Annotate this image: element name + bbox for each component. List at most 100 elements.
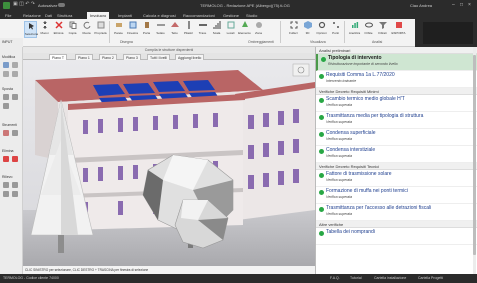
delete-tool-icon[interactable] xyxy=(3,156,9,162)
3d-viewport[interactable] xyxy=(23,60,315,266)
door-icon xyxy=(145,22,149,28)
check-item[interactable]: Fattore di trasmissione solare Verifica … xyxy=(316,170,477,187)
scrollbar-thumb[interactable] xyxy=(473,55,476,255)
move-button[interactable]: Muovi xyxy=(38,21,51,38)
group-header: Analisi preliminari xyxy=(316,47,477,54)
user-name[interactable]: Ciao Andrea xyxy=(410,3,432,8)
group-header: Verifiche Decreto Requisiti Minimi xyxy=(316,88,477,95)
copy-button[interactable]: Copia xyxy=(66,21,79,38)
analyze-button[interactable]: Anelizza xyxy=(348,21,361,38)
link-install-folder[interactable]: Cartella installazione xyxy=(374,274,406,283)
app-logo-icon xyxy=(3,2,10,9)
delete-button[interactable]: Elimina xyxy=(52,21,65,38)
rotate-button[interactable]: Ruota xyxy=(80,21,93,38)
menu-impianti[interactable]: Impianti xyxy=(115,12,135,19)
survey-tool-icon[interactable] xyxy=(12,191,18,197)
group-header: Altre verifiche xyxy=(316,221,477,228)
copy-icon xyxy=(69,21,77,29)
link-tutorial[interactable]: Tutorial xyxy=(350,274,362,283)
tool-icon[interactable] xyxy=(3,130,9,136)
survey-tool-icon[interactable] xyxy=(12,182,18,188)
fullscreen-button[interactable]: Fullscr xyxy=(287,21,300,38)
window-button[interactable]: Finestra xyxy=(126,21,139,38)
brand-logo-icon xyxy=(423,22,473,44)
filters-button[interactable]: Filtrati xyxy=(376,21,389,38)
window xyxy=(278,111,284,125)
menu-raccomandazioni[interactable]: Raccomandazioni xyxy=(180,12,218,19)
wall-icon xyxy=(116,23,122,27)
rooms-button[interactable]: Locali xyxy=(224,21,237,38)
menu-calcola[interactable]: Calcola e diagnosi xyxy=(140,12,179,19)
menu-studio[interactable]: Studio xyxy=(243,12,260,19)
zone-icon xyxy=(256,22,262,28)
orbits-button[interactable]: Orbite xyxy=(362,21,375,38)
building-right-wing[interactable] xyxy=(235,82,315,220)
view-cube[interactable] xyxy=(292,63,310,77)
check-item[interactable]: Condensa interstiziale Verifica superata xyxy=(316,146,477,163)
top-right-panel xyxy=(415,19,477,47)
link-projects-folder[interactable]: Cartella Progetti xyxy=(418,274,443,283)
edit-tool-icon[interactable] xyxy=(3,71,9,77)
move-tool-icon[interactable] xyxy=(3,103,9,109)
export-button[interactable]: ESPORTA xyxy=(391,21,406,38)
status-hint: CLIC SINISTRO per selezionare, CLIC DEST… xyxy=(23,266,315,274)
properties-button[interactable]: Proprietà xyxy=(94,21,107,38)
check-item[interactable]: Trasmittanza media per tipologia di stru… xyxy=(316,112,477,129)
check-item[interactable]: Condensa superficiale Verifica superata xyxy=(316,129,477,146)
stairs-button[interactable]: Scala xyxy=(210,21,223,38)
delete-tool-icon[interactable] xyxy=(12,156,18,162)
menu-struttura[interactable]: Struttura xyxy=(54,12,75,19)
move-tool-icon[interactable] xyxy=(12,94,18,100)
link-faq[interactable]: F.A.Q. xyxy=(330,274,340,283)
panel-scrollbar[interactable] xyxy=(473,47,476,274)
wall-button[interactable]: Parete xyxy=(112,21,125,38)
edit-tool-icon[interactable] xyxy=(3,62,9,68)
edit-tool-icon[interactable] xyxy=(12,62,18,68)
beam-button[interactable]: Trave xyxy=(196,21,209,38)
analyze-icon xyxy=(352,22,359,28)
roof-button[interactable]: Tetto xyxy=(168,21,181,38)
shading-button[interactable]: Elemento xyxy=(238,21,251,38)
menu-gestione[interactable]: Gestione xyxy=(220,12,242,19)
door-button[interactable]: Porta xyxy=(140,21,153,38)
filter-icon xyxy=(379,22,387,29)
zone-button[interactable]: Zona xyxy=(252,21,265,38)
quick-access-toolbar[interactable]: ▣ ◫ ↶ ↷ xyxy=(13,1,35,7)
options-button[interactable]: Opzioni xyxy=(315,21,328,38)
move-tool-icon[interactable] xyxy=(3,94,9,100)
points-icon xyxy=(333,22,339,28)
slab-button[interactable]: Solaio xyxy=(154,21,167,38)
bottom-bar: TERMOLOG - Codice cliente 74000 F.A.Q. T… xyxy=(0,274,477,283)
orbit-icon xyxy=(365,22,373,28)
check-item-tipologia[interactable]: Tipologia di intervento Ristrutturazione… xyxy=(316,54,477,71)
window xyxy=(263,143,269,157)
survey-tool-icon[interactable] xyxy=(3,182,9,188)
close-icon[interactable]: × xyxy=(468,2,471,8)
maximize-icon[interactable]: □ xyxy=(460,2,463,8)
select-button[interactable]: Seleziona xyxy=(24,21,38,38)
edit-tool-icon[interactable] xyxy=(12,71,18,77)
check-item[interactable]: Trasmittanza per l'accesso alle detrazio… xyxy=(316,204,477,221)
autosave-toggle[interactable] xyxy=(58,3,65,7)
menu-file[interactable]: File xyxy=(2,12,14,19)
check-icon xyxy=(319,74,324,79)
check-item[interactable]: Formazione di muffa nei ponti termici Ve… xyxy=(316,187,477,204)
menu-bar: File Relazione Dati Struttura Involucro … xyxy=(0,11,477,19)
check-item[interactable]: Tabella dei nomprandi xyxy=(316,228,477,245)
tool-icon[interactable] xyxy=(12,130,18,136)
window xyxy=(248,115,254,129)
menu-relazione[interactable]: Relazione xyxy=(20,12,44,19)
section-elimina: Elimina xyxy=(2,149,14,153)
3d-button[interactable]: 3D xyxy=(301,21,314,38)
rotate-icon xyxy=(83,21,91,29)
pillars-button[interactable]: Pilastri xyxy=(182,21,195,38)
check-item-requisiti[interactable]: Requisiti Comma 1a L.77/2020 Intervento … xyxy=(316,71,477,88)
menu-involucro[interactable]: Involucro xyxy=(87,12,110,19)
survey-tool-icon[interactable] xyxy=(3,191,9,197)
slab-icon xyxy=(157,24,165,26)
points-button[interactable]: Punti xyxy=(329,21,342,38)
check-item[interactable]: Scambio termico medio globale H'T Verifi… xyxy=(316,95,477,112)
section-sposta: Sposta xyxy=(2,87,13,91)
check-icon xyxy=(319,207,324,212)
minimize-icon[interactable]: – xyxy=(452,2,455,8)
